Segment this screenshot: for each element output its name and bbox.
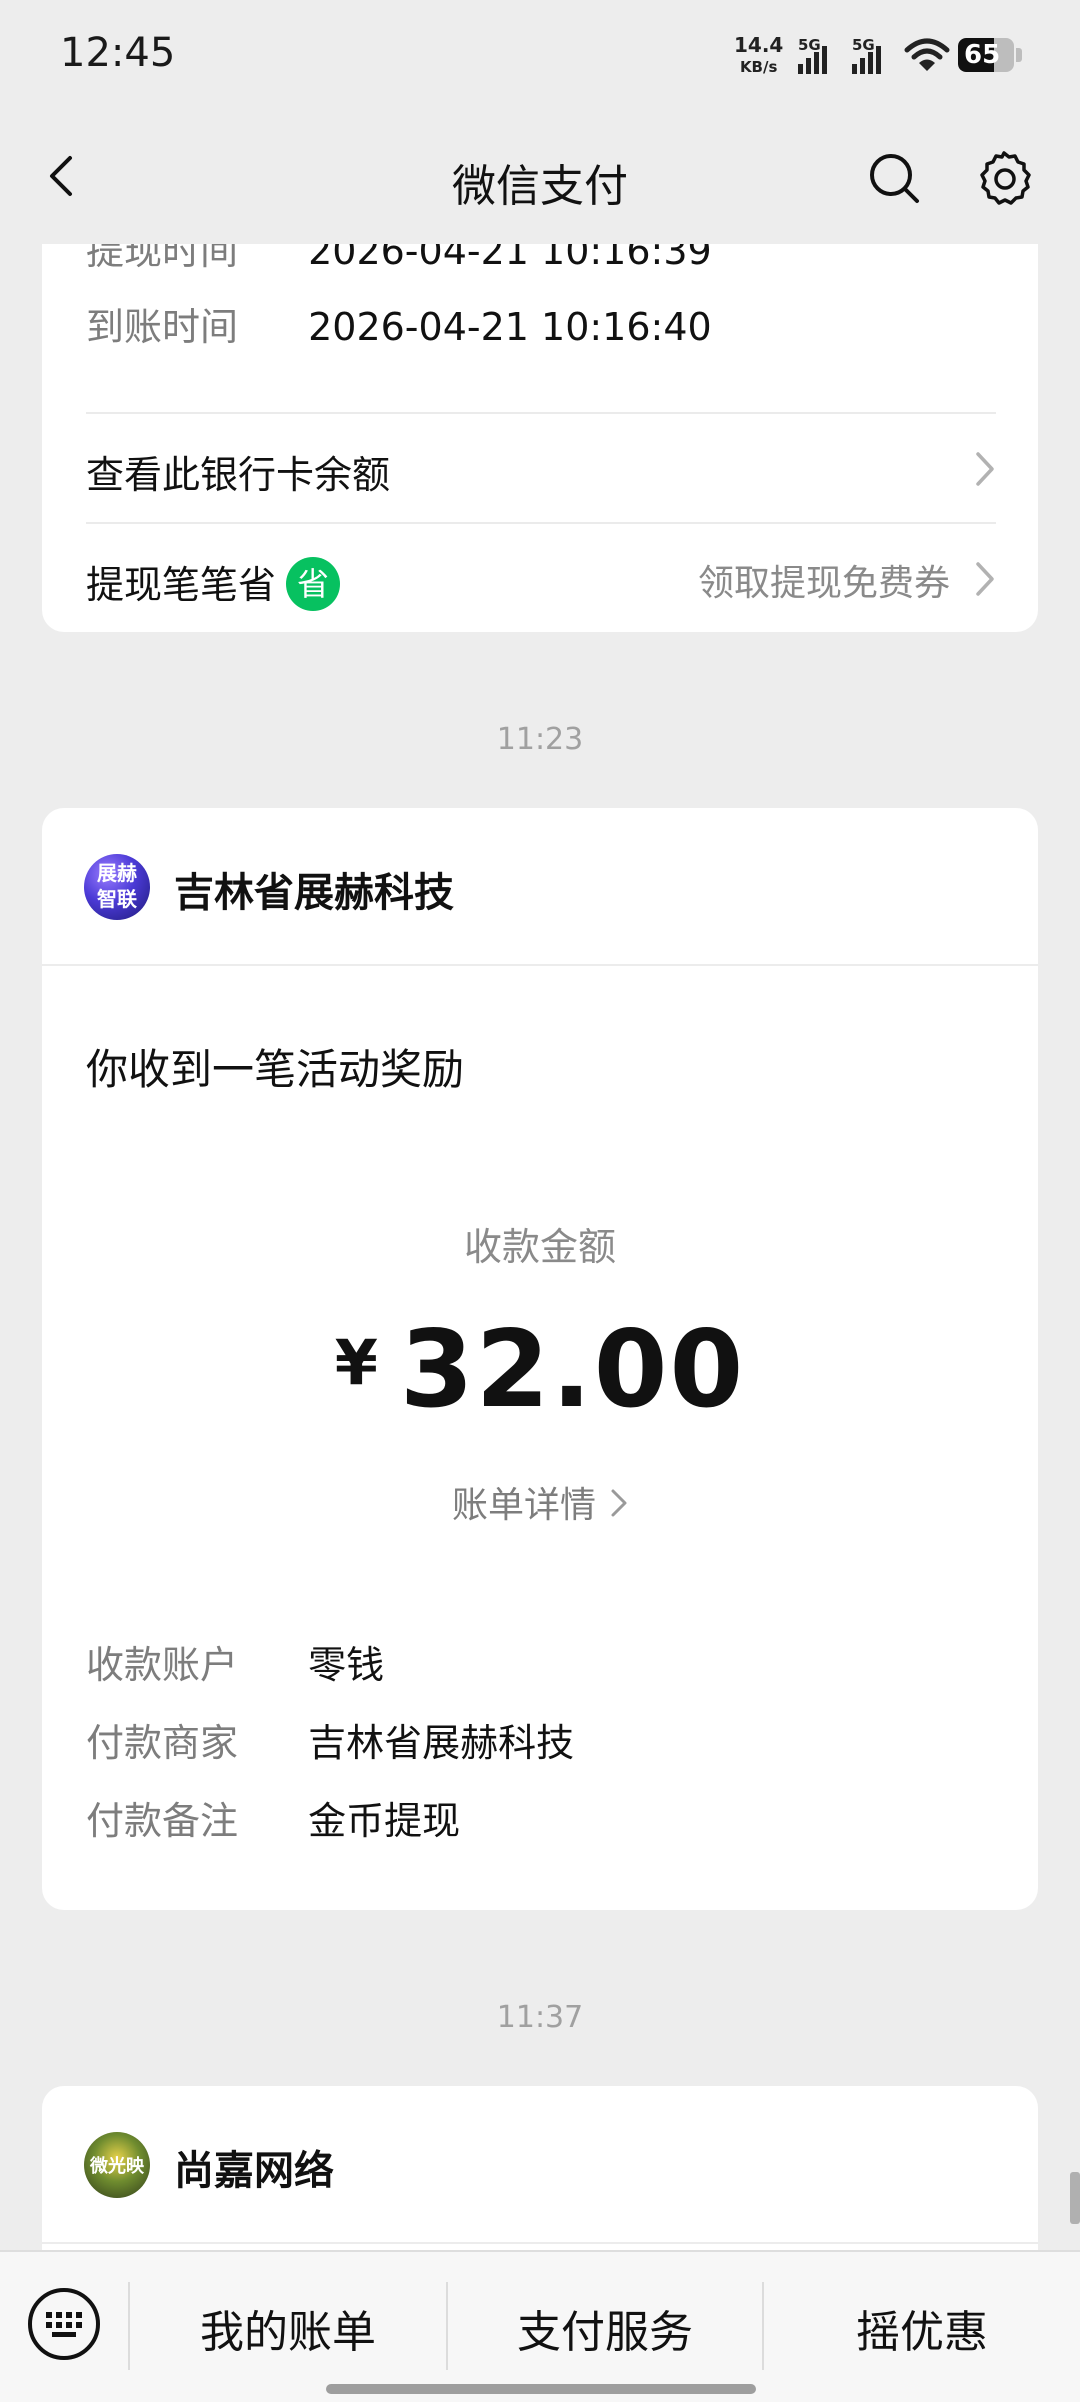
- check-balance-label: 查看此银行卡余额: [86, 453, 391, 497]
- chevron-right-icon: [976, 562, 994, 596]
- message-header[interactable]: 微光映 尚嘉网络: [42, 2086, 1038, 2244]
- network-speed-value: 14.4: [734, 33, 784, 57]
- withdraw-card: 提现时间 2026-04-21 10:16:39 到账时间 2026-04-21…: [42, 200, 1038, 632]
- detail-value: 零钱: [308, 1643, 385, 1687]
- gear-icon[interactable]: [974, 148, 1034, 208]
- amount: ¥32.00: [42, 1308, 1038, 1431]
- amount-label: 收款金额: [463, 1225, 616, 1269]
- merchant-name: 尚嘉网络: [174, 2148, 334, 2194]
- network-speed: 14.4 KB/s: [734, 34, 783, 78]
- save-badge-icon: 省: [286, 556, 341, 611]
- detail-label: 收款账户: [86, 1643, 239, 1687]
- detail-value: 金币提现: [308, 1799, 461, 1843]
- merchant-name: 吉林省展赫科技: [174, 870, 454, 916]
- merchant-avatar-text: 展赫智联: [97, 861, 137, 911]
- bill-details-link[interactable]: 账单详情: [42, 1476, 1038, 1528]
- amount-value: 32.00: [399, 1308, 746, 1431]
- tab-my-bills[interactable]: 我的账单: [130, 2296, 446, 2360]
- message-title: 你收到一笔活动奖励: [86, 1045, 465, 1094]
- bill-details-label: 账单详情: [451, 1485, 596, 1526]
- arrival-time-value: 2026-04-21 10:16:40: [308, 305, 712, 349]
- battery-level: 65: [964, 40, 1001, 70]
- merchant-avatar: 展赫智联: [84, 854, 150, 920]
- home-indicator[interactable]: [326, 2384, 756, 2394]
- reward-message-card[interactable]: 展赫智联 吉林省展赫科技 你收到一笔活动奖励 收款金额 ¥32.00 账单详情 …: [42, 808, 1038, 1910]
- chevron-right-icon: [611, 1489, 627, 1517]
- chevron-right-icon: [976, 452, 994, 486]
- message-header[interactable]: 展赫智联 吉林省展赫科技: [42, 808, 1038, 966]
- nav-bar: 微信支付: [0, 110, 1080, 244]
- search-icon[interactable]: [866, 150, 922, 206]
- battery-tip: [1016, 48, 1022, 62]
- currency-symbol: ¥: [334, 1326, 378, 1399]
- time-separator: 11:37: [496, 2000, 584, 2035]
- arrival-time-row: 到账时间 2026-04-21 10:16:40: [86, 296, 712, 351]
- detail-row: 收款账户 零钱: [86, 1634, 384, 1689]
- detail-row: 付款商家 吉林省展赫科技: [86, 1712, 574, 1767]
- merchant-avatar: 微光映: [84, 2132, 150, 2198]
- detail-label: 付款商家: [86, 1721, 239, 1765]
- withdraw-promo-label-wrap: 提现笔笔省省: [86, 554, 341, 615]
- keyboard-icon[interactable]: [24, 2284, 104, 2364]
- status-time: 12:45: [60, 30, 176, 76]
- merchant-avatar-text: 微光映: [90, 2156, 144, 2177]
- detail-label: 付款备注: [86, 1799, 239, 1843]
- arrival-time-label: 到账时间: [86, 305, 239, 349]
- detail-value: 吉林省展赫科技: [308, 1721, 575, 1765]
- network-speed-unit: KB/s: [739, 58, 778, 76]
- detail-row: 付款备注 金币提现: [86, 1790, 460, 1845]
- bottom-menu-bar: 我的账单 支付服务 摇优惠: [0, 2250, 1080, 2402]
- tab-shake-deals[interactable]: 摇优惠: [764, 2296, 1080, 2360]
- tab-payment-services[interactable]: 支付服务: [448, 2296, 762, 2360]
- time-separator: 11:23: [496, 722, 584, 757]
- withdraw-promo-label: 提现笔笔省: [86, 563, 277, 607]
- withdraw-promo-row[interactable]: 提现笔笔省省 领取提现免费券: [86, 524, 996, 632]
- status-bar: 12:45 14.4 KB/s 5G 5G 65: [0, 0, 1080, 110]
- scrollbar[interactable]: [1070, 2172, 1080, 2224]
- battery-icon: 65: [958, 38, 1014, 72]
- wifi-icon: [904, 38, 950, 71]
- check-balance-row[interactable]: 查看此银行卡余额: [86, 414, 996, 522]
- withdraw-promo-action: 领取提现免费券: [697, 563, 950, 604]
